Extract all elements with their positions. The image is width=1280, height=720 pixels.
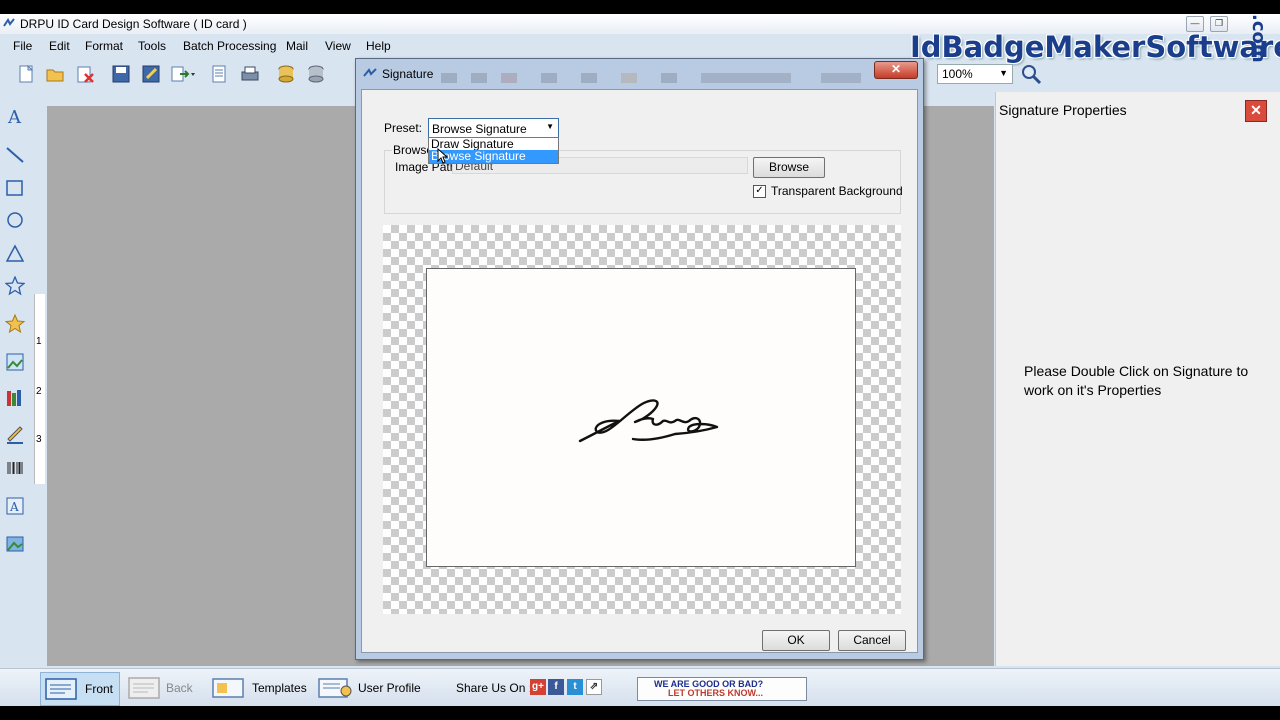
transparent-background-checkbox[interactable]: ✓ bbox=[753, 185, 766, 198]
menu-help[interactable]: Help bbox=[366, 39, 391, 53]
bottom-bar: Front Back Templates User Profile Share … bbox=[0, 668, 1280, 706]
menu-view[interactable]: View bbox=[325, 39, 351, 53]
templates-button[interactable]: Templates bbox=[210, 672, 307, 704]
back-button[interactable]: Back bbox=[126, 672, 196, 704]
back-label: Back bbox=[166, 681, 193, 695]
user-profile-label: User Profile bbox=[358, 681, 421, 695]
google-plus-icon[interactable]: g+ bbox=[530, 679, 546, 695]
front-button[interactable]: Front bbox=[40, 672, 120, 706]
zoom-select[interactable]: 100% ▼ bbox=[937, 64, 1013, 84]
print-icon[interactable] bbox=[240, 64, 260, 84]
app-icon bbox=[3, 18, 15, 27]
brand-dotcom: .com bbox=[1248, 14, 1272, 86]
menu-tools[interactable]: Tools bbox=[138, 39, 166, 53]
text-icon[interactable]: A bbox=[5, 106, 25, 128]
signature-dialog-icon bbox=[363, 68, 377, 77]
line-icon[interactable] bbox=[5, 144, 25, 164]
browse-button[interactable]: Browse bbox=[753, 157, 825, 178]
front-label: Front bbox=[85, 682, 114, 696]
properties-title: Signature Properties bbox=[999, 102, 1127, 118]
dialog-body: Preset: Browse Signature ▼ Browse Image … bbox=[361, 89, 918, 653]
svg-text:A: A bbox=[9, 500, 19, 514]
mouse-cursor-icon bbox=[437, 148, 449, 164]
dialog-close-button[interactable]: ✕ bbox=[874, 61, 918, 79]
properties-message: Please Double Click on Signature to work… bbox=[1024, 363, 1249, 398]
preset-select[interactable]: Browse Signature ▼ bbox=[428, 118, 559, 138]
database-2-icon[interactable] bbox=[306, 64, 326, 84]
image-icon[interactable] bbox=[5, 352, 25, 372]
ruler-mark: 2 bbox=[36, 386, 42, 397]
brand-logo: IdBadgeMakerSoftware bbox=[910, 30, 1280, 64]
ellipse-icon[interactable] bbox=[5, 210, 25, 230]
window-title: DRPU ID Card Design Software ( ID card ) bbox=[20, 17, 247, 31]
zoom-value: 100% bbox=[942, 67, 973, 81]
facebook-icon[interactable]: f bbox=[548, 679, 564, 695]
ghost-toolbar bbox=[441, 71, 871, 85]
menu-mail[interactable]: Mail bbox=[286, 39, 308, 53]
properties-close-button[interactable]: ✕ bbox=[1245, 100, 1267, 122]
signature-canvas[interactable] bbox=[426, 268, 856, 567]
share-icon[interactable]: ⇗ bbox=[586, 679, 602, 695]
zoom-icon[interactable] bbox=[1020, 63, 1042, 85]
ok-button[interactable]: OK bbox=[762, 630, 830, 651]
chevron-down-icon: ▼ bbox=[999, 68, 1008, 78]
user-profile-button[interactable]: User Profile bbox=[316, 672, 426, 704]
print-preview-icon[interactable] bbox=[209, 64, 229, 84]
svg-text:A: A bbox=[7, 107, 22, 126]
database-icon[interactable] bbox=[276, 64, 296, 84]
signature-properties-panel: Signature Properties ✕ Please Double Cli… bbox=[995, 92, 1280, 666]
open-icon[interactable] bbox=[45, 64, 65, 84]
feedback-banner[interactable]: WE ARE GOOD OR BAD? LET OTHERS KNOW... bbox=[637, 677, 807, 701]
cancel-button[interactable]: Cancel bbox=[838, 630, 906, 651]
ruler-mark: 1 bbox=[36, 336, 42, 347]
export-icon[interactable] bbox=[170, 64, 195, 84]
menu-edit[interactable]: Edit bbox=[49, 39, 70, 53]
preset-value: Browse Signature bbox=[432, 122, 527, 136]
star-icon[interactable] bbox=[4, 275, 26, 296]
twitter-icon[interactable]: t bbox=[567, 679, 583, 695]
share-label: Share Us On : bbox=[456, 681, 533, 695]
ruler-mark: 3 bbox=[36, 434, 42, 445]
close-icon[interactable] bbox=[75, 64, 95, 84]
front-card-icon bbox=[45, 678, 77, 700]
vertical-ruler: 1 2 3 bbox=[34, 294, 45, 484]
library-icon[interactable] bbox=[5, 388, 25, 408]
watermark-icon[interactable]: A bbox=[5, 496, 25, 516]
left-toolbar: A A bbox=[0, 92, 30, 572]
triangle-icon[interactable] bbox=[5, 244, 25, 264]
menu-batch-processing[interactable]: Batch Processing bbox=[183, 39, 276, 53]
app-window: DRPU ID Card Design Software ( ID card )… bbox=[0, 14, 1280, 706]
barcode-icon[interactable] bbox=[5, 458, 25, 478]
transparent-background-label: Transparent Background bbox=[771, 184, 903, 198]
signature-dialog: Signature ✕ Preset: Browse Signature ▼ B… bbox=[355, 58, 924, 660]
signature-stroke bbox=[578, 399, 719, 443]
brand-suffix: .com bbox=[1248, 14, 1269, 63]
user-profile-icon bbox=[318, 678, 352, 698]
preset-label: Preset: bbox=[384, 121, 423, 135]
back-card-icon bbox=[128, 677, 160, 699]
symbol-icon[interactable] bbox=[4, 313, 26, 334]
dialog-title: Signature bbox=[382, 67, 434, 81]
picture-icon[interactable] bbox=[5, 534, 25, 554]
save-as-icon[interactable] bbox=[141, 64, 161, 84]
templates-label: Templates bbox=[252, 681, 307, 695]
new-icon[interactable] bbox=[16, 64, 36, 84]
signature-icon[interactable] bbox=[5, 424, 25, 444]
menu-file[interactable]: File bbox=[13, 39, 32, 53]
save-icon[interactable] bbox=[111, 64, 131, 84]
chevron-down-icon: ▼ bbox=[546, 122, 554, 131]
signature-preview-area bbox=[383, 225, 901, 614]
rectangle-icon[interactable] bbox=[5, 178, 25, 198]
menu-format[interactable]: Format bbox=[85, 39, 123, 53]
templates-icon bbox=[212, 678, 244, 698]
feedback-line-2: LET OTHERS KNOW... bbox=[668, 688, 764, 698]
